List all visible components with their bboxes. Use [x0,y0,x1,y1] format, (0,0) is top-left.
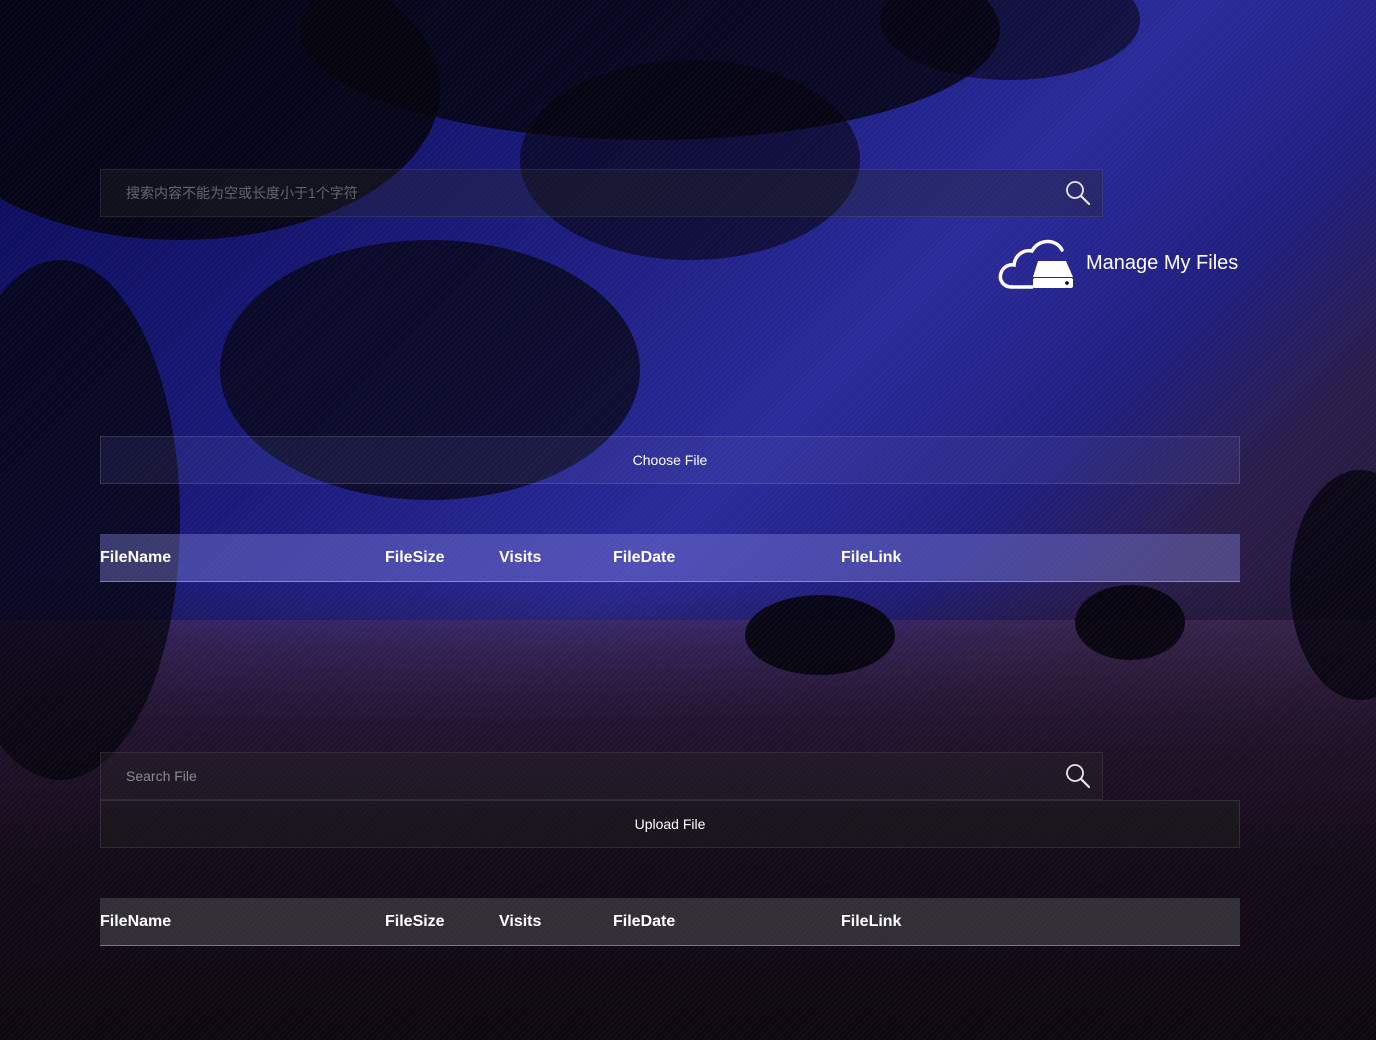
cloud-drive-icon [998,239,1073,289]
top-search-input[interactable] [101,170,1054,216]
header-filelink: FileLink [841,912,902,930]
file-table-header-secondary: FileName FileSize Visits FileDate FileLi… [100,898,1240,946]
header-filename: FileName [100,548,172,566]
header-filelink: FileLink [841,548,902,566]
search-icon [1066,764,1091,789]
header-filedate: FileDate [613,912,676,930]
top-search-bar [100,169,1103,217]
search-icon [1066,181,1091,206]
choose-file-button[interactable]: Choose File [100,436,1240,484]
upload-file-label: Upload File [634,816,706,832]
header-filesize: FileSize [385,548,445,566]
upload-file-button[interactable]: Upload File [100,800,1240,848]
file-table-header: FileName FileSize Visits FileDate FileLi… [100,534,1240,582]
brand-label: Manage My Files [1086,251,1239,274]
file-search-bar [100,752,1103,800]
file-search-button[interactable] [1054,753,1102,799]
header-filename: FileName [100,912,172,930]
brand[interactable]: Manage My Files [998,234,1238,292]
header-visits: Visits [499,548,542,566]
choose-file-label: Choose File [632,452,708,468]
file-search-input[interactable] [101,753,1054,799]
background-scene [0,0,1376,1040]
header-filedate: FileDate [613,548,676,566]
header-filesize: FileSize [385,912,445,930]
top-search-button[interactable] [1054,170,1102,216]
header-visits: Visits [499,912,542,930]
